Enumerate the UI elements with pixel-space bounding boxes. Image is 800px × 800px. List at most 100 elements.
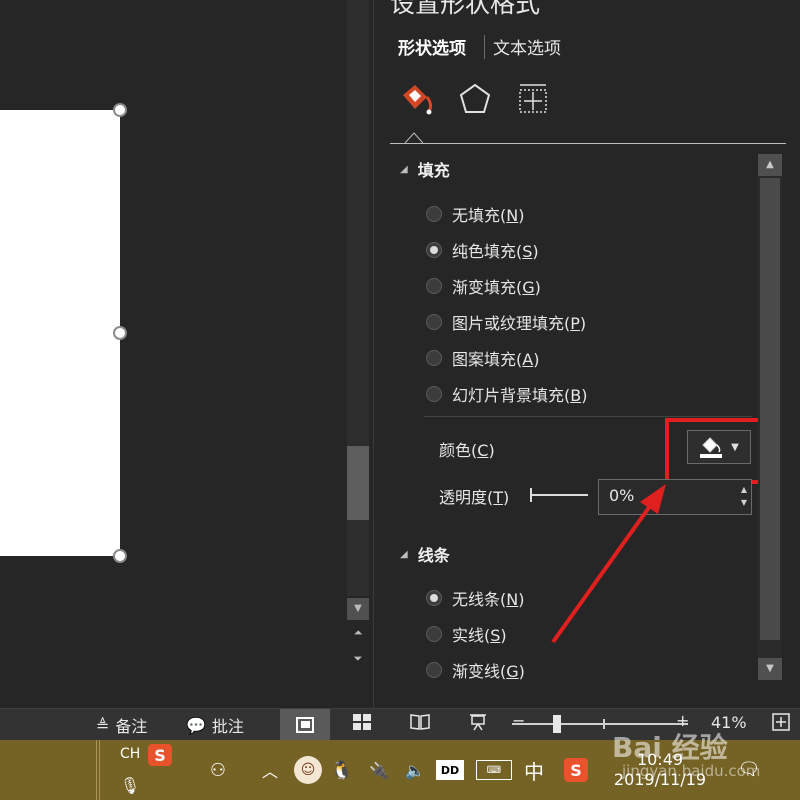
normal-view-button[interactable]: [280, 709, 330, 741]
radio-button[interactable]: [426, 206, 442, 222]
fill-line-icon[interactable]: [398, 80, 436, 118]
ime-mode-text: 中: [524, 759, 544, 784]
size-properties-icon[interactable]: [514, 80, 552, 118]
radio-solid-line[interactable]: 实线(S): [426, 622, 507, 646]
slideshow-icon: [470, 714, 486, 731]
annotation-highlight-box: [665, 418, 769, 484]
notes-label: 备注: [115, 717, 148, 736]
access-key: S: [490, 626, 501, 645]
touch-keyboard-icon[interactable]: ⌨: [476, 760, 512, 780]
slide-sorter-button[interactable]: [352, 713, 372, 731]
line-section-header[interactable]: ◢ 线条: [400, 542, 450, 566]
resize-handle-bottom-right[interactable]: [113, 549, 127, 563]
previous-slide-icon[interactable]: ⏶: [347, 626, 369, 644]
reading-view-button[interactable]: [410, 713, 430, 731]
slide-sorter-icon: [353, 714, 371, 730]
radio-button[interactable]: [426, 662, 442, 678]
radio-gradient-line[interactable]: 渐变线(G): [426, 658, 525, 682]
ime-language-indicator[interactable]: CH: [120, 746, 140, 762]
selected-shape[interactable]: [0, 110, 120, 556]
microphone-icon[interactable]: 🎙: [120, 774, 140, 796]
spin-arrows-icon[interactable]: ▲ ▼: [741, 483, 747, 509]
option-label: 纯色填充: [452, 242, 517, 261]
scrollbar-thumb[interactable]: [347, 446, 369, 520]
access-key: P: [570, 314, 580, 333]
access-key: T: [493, 488, 504, 507]
radio-slide-background-fill[interactable]: 幻灯片背景填充(B): [426, 382, 588, 406]
option-label: 幻灯片背景填充: [452, 386, 565, 405]
pane-vertical-scrollbar[interactable]: ▲ ▼: [758, 154, 782, 680]
ime-mode-indicator[interactable]: 中: [522, 756, 546, 784]
fit-to-window-button[interactable]: [772, 713, 790, 731]
access-key: B: [570, 386, 582, 405]
transparency-label-text: 透明度: [439, 488, 488, 507]
slide-editing-area[interactable]: [0, 0, 344, 708]
dolby-icon[interactable]: DD: [436, 760, 464, 780]
resize-handle-top-right[interactable]: [113, 103, 127, 117]
transparency-value[interactable]: 0%: [609, 486, 634, 505]
effects-pentagon-icon[interactable]: [456, 80, 494, 118]
comment-icon: 💬: [186, 715, 206, 735]
notes-button[interactable]: ≜ 备注: [96, 713, 147, 737]
radio-button[interactable]: [426, 386, 442, 402]
pane-body: ◢ 填充 无填充(N) 纯色填充(S) 渐变填充(G) 图片或纹理填充(P) 图…: [390, 152, 769, 692]
radio-picture-texture-fill[interactable]: 图片或纹理填充(P): [426, 310, 586, 334]
next-slide-icon[interactable]: ⏷: [347, 652, 369, 670]
battery-icon[interactable]: 🔌: [366, 758, 392, 782]
radio-no-fill[interactable]: 无填充(N): [426, 202, 524, 226]
fill-section-header[interactable]: ◢ 填充: [400, 157, 450, 181]
show-hidden-icons-chevron-icon[interactable]: ︿: [258, 758, 282, 782]
zoom-slider[interactable]: [512, 723, 688, 725]
transparency-label: 透明度(T): [439, 488, 510, 507]
tab-shape-options[interactable]: 形状选项: [398, 34, 466, 59]
radio-button[interactable]: [426, 278, 442, 294]
transparency-input[interactable]: 0% ▲ ▼: [598, 479, 752, 515]
option-label: 图案填充: [452, 350, 517, 369]
resize-handle-right[interactable]: [113, 326, 127, 340]
access-key: C: [477, 441, 489, 460]
people-icon[interactable]: ⚇: [204, 758, 232, 782]
radio-button[interactable]: [426, 590, 442, 606]
option-label: 无线条: [452, 590, 501, 609]
radio-button[interactable]: [426, 314, 442, 330]
reading-view-icon: [410, 714, 430, 730]
radio-button[interactable]: [426, 350, 442, 366]
fill-divider: [424, 416, 752, 417]
slide-vertical-scrollbar[interactable]: ▼ ⏶ ⏷: [344, 0, 372, 708]
icon-row-underline: [390, 143, 786, 144]
scroll-down-icon[interactable]: ▼: [758, 658, 782, 680]
access-key: N: [506, 206, 519, 225]
comments-button[interactable]: 💬 批注: [186, 713, 244, 737]
sogou-ime-icon[interactable]: S: [148, 744, 172, 766]
transparency-slider[interactable]: [530, 488, 588, 502]
line-section-title: 线条: [417, 546, 450, 565]
option-label: 渐变填充: [452, 278, 517, 297]
sogou-tray-icon[interactable]: S: [564, 758, 588, 782]
radio-button[interactable]: [426, 626, 442, 642]
scroll-up-icon[interactable]: ▲: [758, 154, 782, 176]
zoom-out-icon[interactable]: −: [512, 711, 525, 730]
qq-icon[interactable]: 🐧: [330, 756, 354, 784]
radio-button[interactable]: [426, 242, 442, 258]
tray-app-icon[interactable]: ☺: [294, 756, 322, 784]
pane-icon-row: [398, 80, 552, 118]
tab-text-options[interactable]: 文本选项: [493, 34, 561, 59]
radio-no-line[interactable]: 无线条(N): [426, 586, 524, 610]
radio-solid-fill[interactable]: 纯色填充(S): [426, 238, 539, 262]
selected-tab-notch-icon: [405, 132, 423, 144]
radio-pattern-fill[interactable]: 图案填充(A): [426, 346, 539, 370]
zoom-slider-center-mark: [603, 719, 605, 729]
volume-icon[interactable]: 🔈: [402, 758, 428, 782]
radio-gradient-fill[interactable]: 渐变填充(G): [426, 274, 541, 298]
zoom-slider-thumb[interactable]: [553, 715, 561, 733]
access-key: S: [522, 242, 533, 261]
pane-title: 设置形状格式: [390, 0, 541, 18]
notes-icon: ≜: [96, 715, 110, 735]
scroll-down-icon[interactable]: ▼: [347, 598, 369, 620]
slideshow-button[interactable]: [468, 713, 488, 731]
fit-window-icon: [772, 713, 790, 731]
option-label: 无填充: [452, 206, 501, 225]
pane-scrollbar-thumb[interactable]: [760, 178, 780, 640]
slider-track[interactable]: [530, 494, 588, 496]
comments-label: 批注: [211, 717, 244, 736]
